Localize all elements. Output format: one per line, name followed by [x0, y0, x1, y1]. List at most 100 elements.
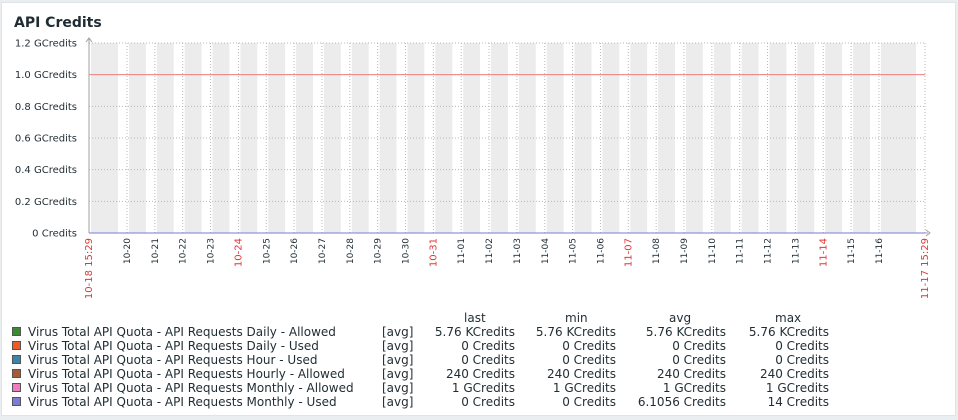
legend-value-max: 5.76 KCredits	[748, 325, 829, 339]
x-tick-label: 10-31	[428, 238, 439, 267]
x-tick-label: 11-03	[513, 238, 523, 264]
y-tick-label: 1.2 GCredits	[15, 39, 77, 50]
legend-value-max: 0 Credits	[775, 353, 829, 367]
legend-value-avg: 5.76 KCredits	[645, 325, 726, 339]
legend-swatch	[12, 341, 21, 350]
background-band	[602, 43, 620, 233]
legend-series-name: Virus Total API Quota - API Requests Hou…	[28, 367, 345, 381]
legend-value-last: 240 Credits	[445, 367, 515, 381]
background-band	[853, 43, 870, 233]
legend-function: [avg]	[382, 353, 414, 367]
x-tick-label: 10-24	[233, 238, 244, 267]
x-tick-label: 11-08	[652, 238, 662, 264]
background-band	[491, 43, 508, 233]
legend-row: Virus Total API Quota - API Requests Dai…	[12, 339, 912, 353]
legend-series-name: Virus Total API Quota - API Requests Dai…	[28, 339, 319, 353]
background-band	[463, 43, 481, 233]
legend-header-last: last	[464, 311, 486, 325]
x-tick-label: 11-10	[708, 238, 718, 264]
y-tick-label: 0.8 GCredits	[15, 102, 77, 113]
y-tick-label: 0 Credits	[32, 229, 77, 240]
legend-value-avg: 6.1056 Credits	[637, 395, 726, 409]
legend-value-avg: 0 Credits	[672, 353, 726, 367]
y-tick-label: 0.6 GCredits	[15, 134, 77, 145]
x-tick-label: 11-01	[457, 238, 467, 264]
legend-row: Virus Total API Quota - API Requests Mon…	[12, 395, 912, 409]
x-tick-label: 11-13	[791, 238, 801, 264]
background-band	[741, 43, 759, 233]
legend-row: Virus Total API Quota - API Requests Dai…	[12, 325, 912, 339]
legend-series-name: Virus Total API Quota - API Requests Dai…	[28, 325, 336, 339]
legend-value-min: 1 GCredits	[552, 381, 616, 395]
x-tick-label: 10-30	[402, 238, 412, 264]
background-band	[686, 43, 703, 233]
x-tick-label: 10-25	[262, 238, 272, 264]
legend-value-last: 1 GCredits	[451, 381, 515, 395]
legend-header-avg: avg	[669, 311, 692, 325]
x-tick-label: 11-09	[680, 238, 690, 264]
x-tick-label: 10-18 15:29	[84, 238, 95, 299]
x-tick-label: 10-21	[151, 238, 161, 264]
x-tick-label: 10-28	[346, 238, 356, 264]
legend-row: Virus Total API Quota - API Requests Mon…	[12, 381, 912, 395]
legend-function: [avg]	[382, 381, 414, 395]
legend-value-min: 0 Credits	[562, 339, 616, 353]
legend-function: [avg]	[382, 367, 414, 381]
legend-value-last: 0 Credits	[461, 395, 515, 409]
x-tick-label: 11-17 15:29	[920, 238, 931, 299]
x-tick-label: 11-14	[818, 238, 829, 267]
legend-value-min: 240 Credits	[546, 367, 616, 381]
legend-swatch	[12, 369, 21, 378]
legend-function: [avg]	[382, 325, 414, 339]
legend-value-max: 1 GCredits	[765, 381, 829, 395]
legend-value-last: 0 Credits	[461, 339, 515, 353]
background-band	[184, 43, 202, 233]
legend-swatch	[12, 397, 21, 406]
legend-value-avg: 240 Credits	[656, 367, 726, 381]
background-band	[880, 43, 916, 233]
legend-value-max: 14 Credits	[767, 395, 829, 409]
x-tick-label: 11-06	[596, 238, 606, 264]
x-tick-label: 10-26	[290, 238, 300, 264]
legend-value-min: 0 Credits	[562, 353, 616, 367]
x-tick-label: 11-16	[875, 238, 885, 264]
legend-series-name: Virus Total API Quota - API Requests Hou…	[28, 353, 318, 367]
legend-header-min: min	[565, 311, 588, 325]
background-band	[296, 43, 313, 233]
legend-row: Virus Total API Quota - API Requests Hou…	[12, 367, 912, 381]
background-band	[769, 43, 787, 233]
x-tick-label: 11-05	[569, 238, 579, 264]
background-band	[658, 43, 675, 233]
x-tick-label: 11-02	[485, 238, 495, 264]
background-band	[797, 43, 815, 233]
background-band	[379, 43, 397, 233]
legend-series-name: Virus Total API Quota - API Requests Mon…	[28, 381, 354, 395]
legend-header-max: max	[775, 311, 802, 325]
x-tick-label: 10-23	[207, 238, 217, 264]
legend-value-max: 240 Credits	[759, 367, 829, 381]
legend-value-min: 0 Credits	[562, 395, 616, 409]
y-tick-label: 0.4 GCredits	[15, 165, 77, 176]
background-band	[156, 43, 174, 233]
x-tick-label: 10-20	[123, 238, 133, 264]
x-tick-label: 11-11	[736, 238, 746, 264]
legend-function: [avg]	[382, 395, 414, 409]
legend-function: [avg]	[382, 339, 414, 353]
background-band	[268, 43, 286, 233]
y-tick-label: 0.2 GCredits	[15, 197, 77, 208]
legend-swatch	[12, 327, 21, 336]
legend-swatch	[12, 383, 21, 392]
background-band	[574, 43, 592, 233]
legend-row: Virus Total API Quota - API Requests Hou…	[12, 353, 912, 367]
background-band	[351, 43, 369, 233]
background-band	[546, 43, 564, 233]
legend-swatch	[12, 355, 21, 364]
legend-value-last: 5.76 KCredits	[434, 325, 515, 339]
x-tick-label: 10-29	[374, 238, 384, 264]
legend-value-last: 0 Credits	[461, 353, 515, 367]
x-tick-label: 11-04	[541, 238, 551, 264]
legend-value-max: 0 Credits	[775, 339, 829, 353]
x-tick-label: 11-12	[764, 238, 774, 264]
x-tick-label: 10-27	[318, 238, 328, 264]
chart-area: 0 Credits 0.2 GCredits 0.4 GCredits 0.6 GCr…	[15, 37, 931, 299]
